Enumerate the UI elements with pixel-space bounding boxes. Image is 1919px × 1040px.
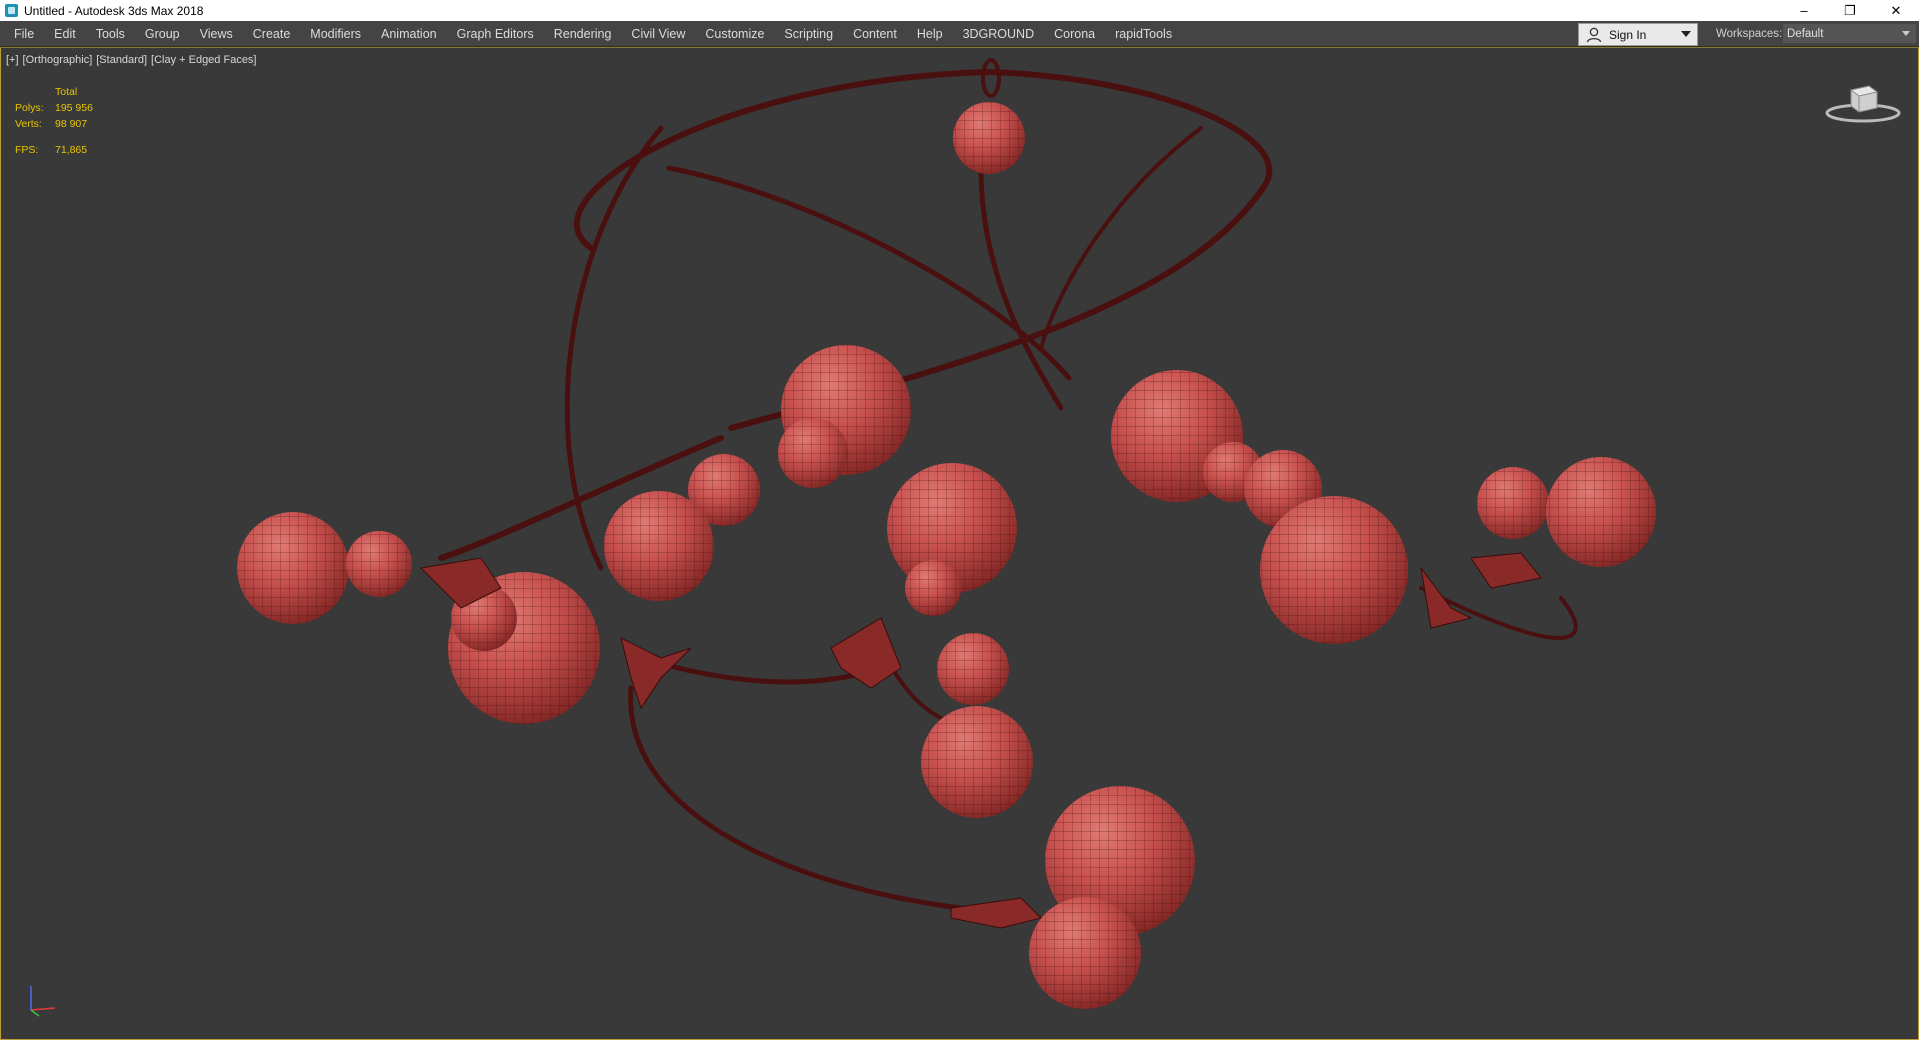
menu-corona[interactable]: Corona (1044, 21, 1105, 46)
viewport-perspective[interactable]: [+] [Orthographic] [Standard] [Clay + Ed… (0, 47, 1919, 1040)
menu-civil-view[interactable]: Civil View (621, 21, 695, 46)
workspaces-select[interactable]: Default (1783, 24, 1916, 43)
polys-label: Polys: (15, 102, 44, 114)
verts-value: 98 907 (55, 118, 88, 130)
menu-edit[interactable]: Edit (44, 21, 86, 46)
viewport-menu-plus[interactable]: [+] (6, 54, 19, 66)
menu-modifiers[interactable]: Modifiers (300, 21, 371, 46)
menu-create[interactable]: Create (243, 21, 301, 46)
stats-header: Total (55, 86, 78, 98)
menu-file[interactable]: File (0, 21, 44, 46)
viewport-labels: [+] [Orthographic] [Standard] [Clay + Ed… (6, 54, 257, 66)
chevron-down-icon (1902, 31, 1910, 36)
menu-rapidtools[interactable]: rapidTools (1105, 21, 1182, 46)
fps-label: FPS: (15, 144, 39, 156)
workspaces-value: Default (1787, 27, 1824, 40)
window-title: Untitled - Autodesk 3ds Max 2018 (24, 3, 204, 18)
user-icon (1586, 27, 1602, 42)
close-button[interactable]: ✕ (1873, 0, 1919, 21)
menu-help[interactable]: Help (907, 21, 953, 46)
statistics-overlay: Total Polys: 195 956 Verts: 98 907 FPS: 71,… (15, 84, 93, 158)
sign-in-label: Sign In (1609, 27, 1647, 42)
viewport-shading-standard[interactable]: [Standard] (96, 54, 147, 66)
menu-3dground[interactable]: 3DGROUND (953, 21, 1045, 46)
viewcube-icon[interactable] (1823, 78, 1903, 128)
title-bar: Untitled - Autodesk 3ds Max 2018 – ❐ ✕ (0, 0, 1919, 21)
viewport-display-mode[interactable]: [Clay + Edged Faces] (151, 54, 256, 66)
axis-tripod-icon (30, 986, 56, 1017)
menu-views[interactable]: Views (190, 21, 243, 46)
polys-value: 195 956 (55, 102, 93, 114)
viewport-point-of-view[interactable]: [Orthographic] (23, 54, 93, 66)
fps-value: 71,865 (55, 144, 88, 156)
menu-tools[interactable]: Tools (86, 21, 135, 46)
minimize-button[interactable]: – (1781, 0, 1827, 21)
menu-rendering[interactable]: Rendering (544, 21, 622, 46)
menu-animation[interactable]: Animation (371, 21, 447, 46)
verts-label: Verts: (15, 118, 42, 130)
menu-customize[interactable]: Customize (695, 21, 774, 46)
sign-in-dropdown[interactable]: Sign In (1578, 23, 1698, 46)
menu-scripting[interactable]: Scripting (774, 21, 843, 46)
workspaces-label: Workspaces: (1716, 27, 1783, 40)
menu-graph-editors[interactable]: Graph Editors (447, 21, 544, 46)
window-controls: – ❐ ✕ (1781, 0, 1919, 21)
menu-group[interactable]: Group (135, 21, 190, 46)
app-logo-icon (5, 4, 18, 17)
scene-canvas[interactable] (1, 48, 1918, 1039)
restore-button[interactable]: ❐ (1827, 0, 1873, 21)
chevron-down-icon (1681, 31, 1691, 37)
menu-content[interactable]: Content (843, 21, 907, 46)
